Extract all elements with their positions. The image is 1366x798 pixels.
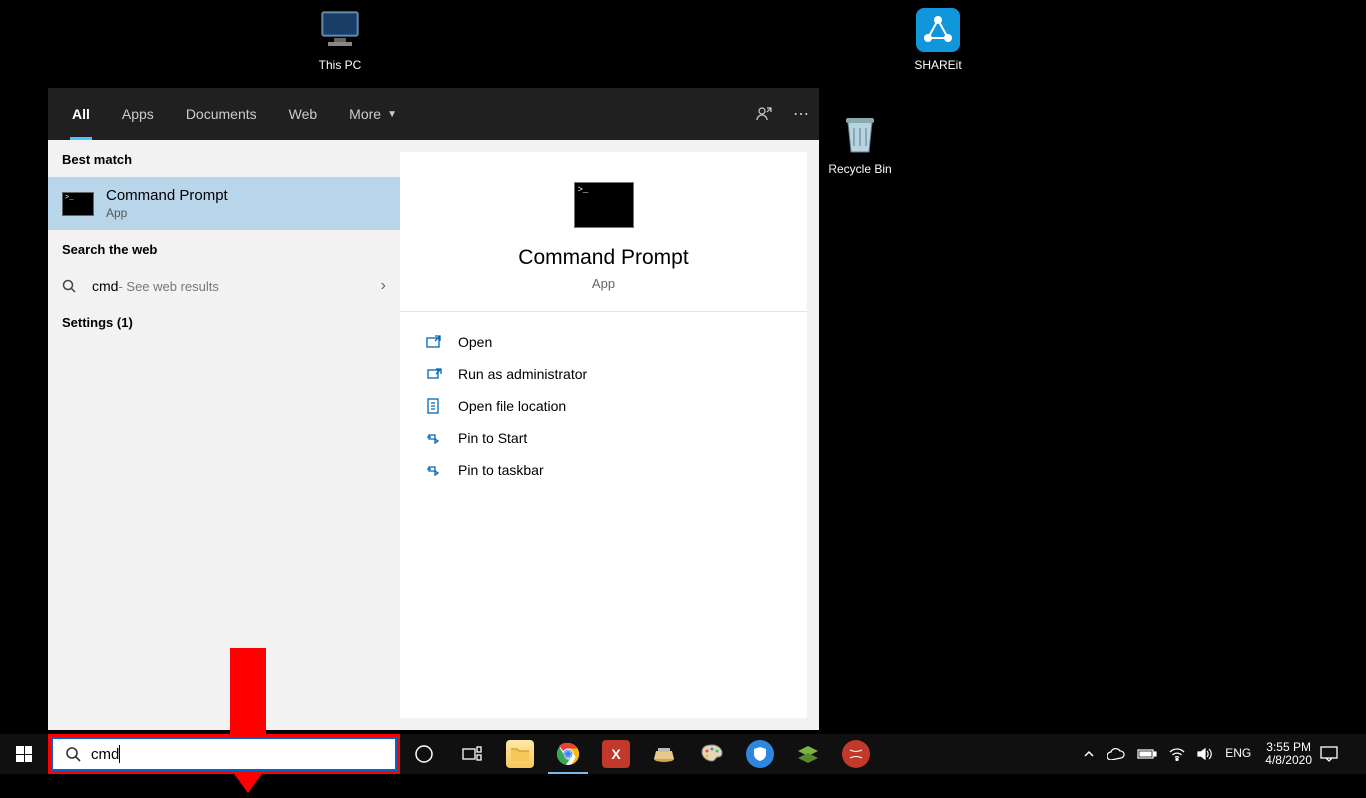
app-icon: X <box>602 740 630 768</box>
result-web-cmd[interactable]: cmd - See web results › <box>48 267 400 305</box>
palette-icon <box>698 740 726 768</box>
desktop-icon-label: This PC <box>300 58 380 72</box>
folder-icon <box>506 740 534 768</box>
start-button[interactable] <box>0 734 48 774</box>
tab-documents[interactable]: Documents <box>170 88 273 140</box>
clock[interactable]: 3:55 PM 4/8/2020 <box>1257 741 1320 767</box>
action-pin-start[interactable]: Pin to Start <box>426 422 781 454</box>
pin-icon <box>426 463 446 477</box>
action-center-button[interactable] <box>1320 746 1360 762</box>
shield-icon <box>426 366 446 382</box>
terminal-icon <box>62 192 94 216</box>
onedrive-icon[interactable] <box>1101 748 1131 760</box>
ball-icon <box>842 740 870 768</box>
search-results-panel: All Apps Documents Web More▼ ⋯ Best matc… <box>48 88 819 730</box>
section-search-web: Search the web <box>48 230 400 267</box>
result-command-prompt[interactable]: Command Prompt App <box>48 177 400 230</box>
action-open-location[interactable]: Open file location <box>426 390 781 422</box>
taskbar-app-explorer[interactable] <box>496 734 544 774</box>
tab-more[interactable]: More▼ <box>333 88 413 140</box>
taskbar-search-box[interactable]: cmd <box>51 737 397 771</box>
more-options-icon[interactable]: ⋯ <box>793 104 809 124</box>
desktop-icon-shareit[interactable]: SHAREit <box>898 6 978 72</box>
chevron-right-icon: › <box>381 277 386 295</box>
system-tray: ENG 3:55 PM 4/8/2020 <box>1077 734 1366 774</box>
clock-date: 4/8/2020 <box>1265 754 1312 767</box>
web-query: cmd <box>92 278 118 294</box>
shareit-icon <box>914 6 962 54</box>
taskbar-app-chrome[interactable] <box>544 734 592 774</box>
volume-icon[interactable] <box>1191 747 1219 761</box>
taskbar: cmd X <box>0 734 1366 774</box>
tab-all[interactable]: All <box>56 88 106 140</box>
action-run-admin[interactable]: Run as administrator <box>426 358 781 390</box>
layers-icon <box>794 740 822 768</box>
taskbar-app-bluestacks[interactable] <box>784 734 832 774</box>
feedback-icon[interactable] <box>755 105 773 123</box>
taskbar-app-x[interactable]: X <box>592 734 640 774</box>
drive-icon <box>650 740 678 768</box>
search-input-text: cmd <box>91 746 119 763</box>
annotation-arrow <box>208 648 288 798</box>
monitor-icon <box>316 6 364 54</box>
preview-subtitle: App <box>420 276 787 291</box>
terminal-icon <box>574 182 634 228</box>
preview-title: Command Prompt <box>420 246 787 270</box>
cortana-button[interactable] <box>400 734 448 774</box>
windows-logo-icon <box>16 746 32 762</box>
chrome-icon <box>554 740 582 768</box>
shield-icon <box>746 740 774 768</box>
taskbar-app-cricket[interactable] <box>832 734 880 774</box>
tab-apps[interactable]: Apps <box>106 88 170 140</box>
result-title: Command Prompt <box>106 187 228 204</box>
tab-web[interactable]: Web <box>273 88 334 140</box>
desktop-icon-label: SHAREit <box>898 58 978 72</box>
taskbar-app-paint[interactable] <box>688 734 736 774</box>
search-filter-tabs: All Apps Documents Web More▼ ⋯ <box>48 88 819 140</box>
taskbar-app-security[interactable] <box>736 734 784 774</box>
tray-overflow-button[interactable] <box>1077 748 1101 760</box>
search-results-list: Best match Command Prompt App Search the… <box>48 140 400 730</box>
action-open[interactable]: Open <box>426 326 781 358</box>
result-subtitle: App <box>106 206 228 220</box>
desktop-icon-label: Recycle Bin <box>820 162 900 176</box>
web-hint: - See web results <box>118 279 218 294</box>
chevron-down-icon: ▼ <box>387 109 397 120</box>
section-best-match: Best match <box>48 140 400 177</box>
desktop-icon-this-pc[interactable]: This PC <box>300 6 380 72</box>
pin-icon <box>426 431 446 445</box>
search-preview-pane: Command Prompt App Open Run as administr… <box>400 152 807 718</box>
battery-icon[interactable] <box>1131 748 1163 760</box>
language-indicator[interactable]: ENG <box>1219 747 1257 760</box>
task-view-button[interactable] <box>448 734 496 774</box>
taskbar-app-drive[interactable] <box>640 734 688 774</box>
search-icon <box>65 746 81 762</box>
action-pin-taskbar[interactable]: Pin to taskbar <box>426 454 781 486</box>
open-icon <box>426 335 446 349</box>
desktop-icon-recycle-bin[interactable]: Recycle Bin <box>820 110 900 176</box>
search-icon <box>62 279 78 293</box>
annotation-highlight-box: cmd <box>48 734 400 774</box>
wifi-icon[interactable] <box>1163 747 1191 761</box>
recycle-bin-icon <box>836 110 884 158</box>
folder-icon <box>426 398 446 414</box>
section-settings[interactable]: Settings (1) <box>48 305 400 340</box>
